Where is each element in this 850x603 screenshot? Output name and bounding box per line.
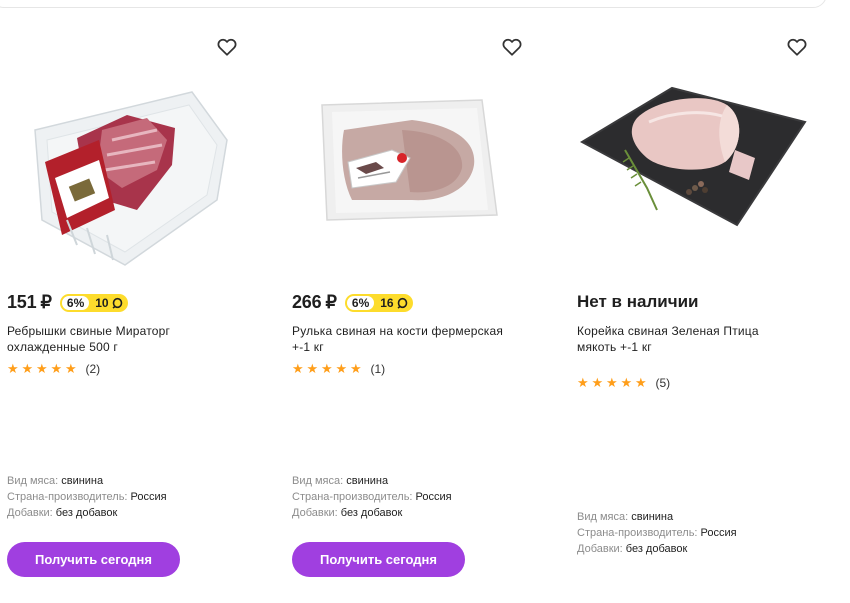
bonus-points: 10: [95, 295, 109, 310]
get-today-button[interactable]: Получить сегодня: [7, 542, 180, 577]
star-icon: ★: [350, 361, 362, 376]
property-key: Добавки:: [577, 543, 623, 555]
property-row: Страна-производитель: Россия: [7, 489, 167, 505]
product-name[interactable]: Ребрышки свиные Мираторг охлажденные 500…: [7, 323, 237, 355]
product-name[interactable]: Корейка свиная Зеленая Птица мякоть +-1 …: [577, 323, 807, 355]
product-name-line[interactable]: Корейка свиная Зеленая Птица: [577, 323, 807, 339]
property-value: без добавок: [340, 507, 403, 519]
property-key: Страна-производитель:: [577, 527, 698, 539]
star-icon: ★: [65, 361, 77, 376]
property-value: свинина: [61, 475, 104, 487]
property-key: Добавки:: [292, 507, 338, 519]
property-row: Добавки: без добавок: [577, 541, 737, 557]
property-row: Добавки: без добавок: [292, 505, 452, 521]
property-value: без добавок: [55, 507, 118, 519]
product-properties: Вид мяса: свинина Страна-производитель: …: [7, 473, 167, 521]
bonus-points-icon: [397, 297, 407, 309]
currency: ₽: [40, 292, 52, 312]
product-card[interactable]: Нет в наличии Корейка свиная Зеленая Пти…: [577, 30, 847, 603]
property-row: Вид мяса: свинина: [577, 509, 737, 525]
property-value: без добавок: [625, 543, 688, 555]
product-image[interactable]: [292, 70, 530, 270]
review-count[interactable]: (1): [371, 362, 386, 376]
property-value: Россия: [700, 527, 737, 539]
rating-stars: ★ ★ ★ ★ ★: [292, 361, 365, 377]
bonus-badge: 6% 10: [59, 293, 128, 312]
rating-stars: ★ ★ ★ ★ ★: [7, 361, 80, 377]
star-icon: ★: [591, 375, 604, 390]
star-icon: ★: [50, 361, 63, 376]
star-icon: ★: [620, 375, 633, 390]
out-of-stock-status: Нет в наличии: [577, 292, 699, 311]
product-image[interactable]: [7, 70, 245, 270]
product-name-line[interactable]: охлажденные 500 г: [7, 339, 237, 355]
property-key: Добавки:: [7, 507, 53, 519]
rating: ★ ★ ★ ★ ★ (5): [577, 375, 670, 391]
property-value: Россия: [130, 491, 167, 503]
property-key: Вид мяса:: [7, 475, 59, 487]
heart-outline-icon[interactable]: [501, 36, 523, 58]
rating: ★ ★ ★ ★ ★ (1): [292, 361, 385, 377]
product-image[interactable]: [577, 70, 815, 270]
currency: ₽: [325, 292, 337, 312]
property-row: Страна-производитель: Россия: [577, 525, 737, 541]
star-icon: ★: [36, 361, 48, 376]
heart-outline-icon[interactable]: [216, 36, 238, 58]
product-name-line[interactable]: Рулька свиная на кости фермерская: [292, 323, 522, 339]
star-icon: ★: [335, 361, 348, 376]
bonus-badge: 6% 16: [344, 293, 413, 312]
star-icon: ★: [292, 361, 304, 376]
star-icon: ★: [21, 361, 34, 376]
property-value: Россия: [415, 491, 452, 503]
property-row: Добавки: без добавок: [7, 505, 167, 521]
property-value: свинина: [346, 475, 389, 487]
product-name[interactable]: Рулька свиная на кости фермерская +-1 кг: [292, 323, 522, 355]
bonus-percent: 6%: [61, 295, 90, 310]
property-key: Вид мяса:: [292, 475, 344, 487]
get-today-button[interactable]: Получить сегодня: [292, 542, 465, 577]
price-value: 151: [7, 292, 37, 312]
star-icon: ★: [321, 361, 333, 376]
product-properties: Вид мяса: свинина Страна-производитель: …: [292, 473, 452, 521]
product-card[interactable]: 151 ₽ 6% 10 Ребрышки свиные Мираторг охл…: [7, 30, 277, 603]
top-search-bar-edge: [0, 0, 827, 8]
price-row: 151 ₽ 6% 10: [7, 292, 128, 313]
property-row: Вид мяса: свинина: [292, 473, 452, 489]
review-count[interactable]: (5): [656, 376, 671, 390]
property-value: свинина: [631, 511, 674, 523]
property-row: Страна-производитель: Россия: [292, 489, 452, 505]
bonus-points-icon: [112, 297, 122, 309]
price-value: 266: [292, 292, 322, 312]
rating: ★ ★ ★ ★ ★ (2): [7, 361, 100, 377]
product-properties: Вид мяса: свинина Страна-производитель: …: [577, 509, 737, 557]
rating-stars: ★ ★ ★ ★ ★: [577, 375, 650, 391]
product-name-line[interactable]: +-1 кг: [292, 339, 522, 355]
bonus-points: 16: [380, 295, 394, 310]
price-row: 266 ₽ 6% 16: [292, 292, 413, 313]
property-key: Страна-производитель:: [7, 491, 128, 503]
heart-outline-icon[interactable]: [786, 36, 808, 58]
product-card[interactable]: 266 ₽ 6% 16 Рулька свиная на кости ферме…: [292, 30, 562, 603]
product-name-line[interactable]: Ребрышки свиные Мираторг: [7, 323, 237, 339]
star-icon: ★: [635, 375, 647, 390]
star-icon: ★: [577, 375, 589, 390]
bonus-percent: 6%: [346, 295, 375, 310]
property-key: Страна-производитель:: [292, 491, 413, 503]
star-icon: ★: [7, 361, 19, 376]
star-icon: ★: [606, 375, 618, 390]
property-row: Вид мяса: свинина: [7, 473, 167, 489]
star-icon: ★: [306, 361, 319, 376]
review-count[interactable]: (2): [86, 362, 101, 376]
product-name-line[interactable]: мякоть +-1 кг: [577, 339, 807, 355]
property-key: Вид мяса:: [577, 511, 629, 523]
